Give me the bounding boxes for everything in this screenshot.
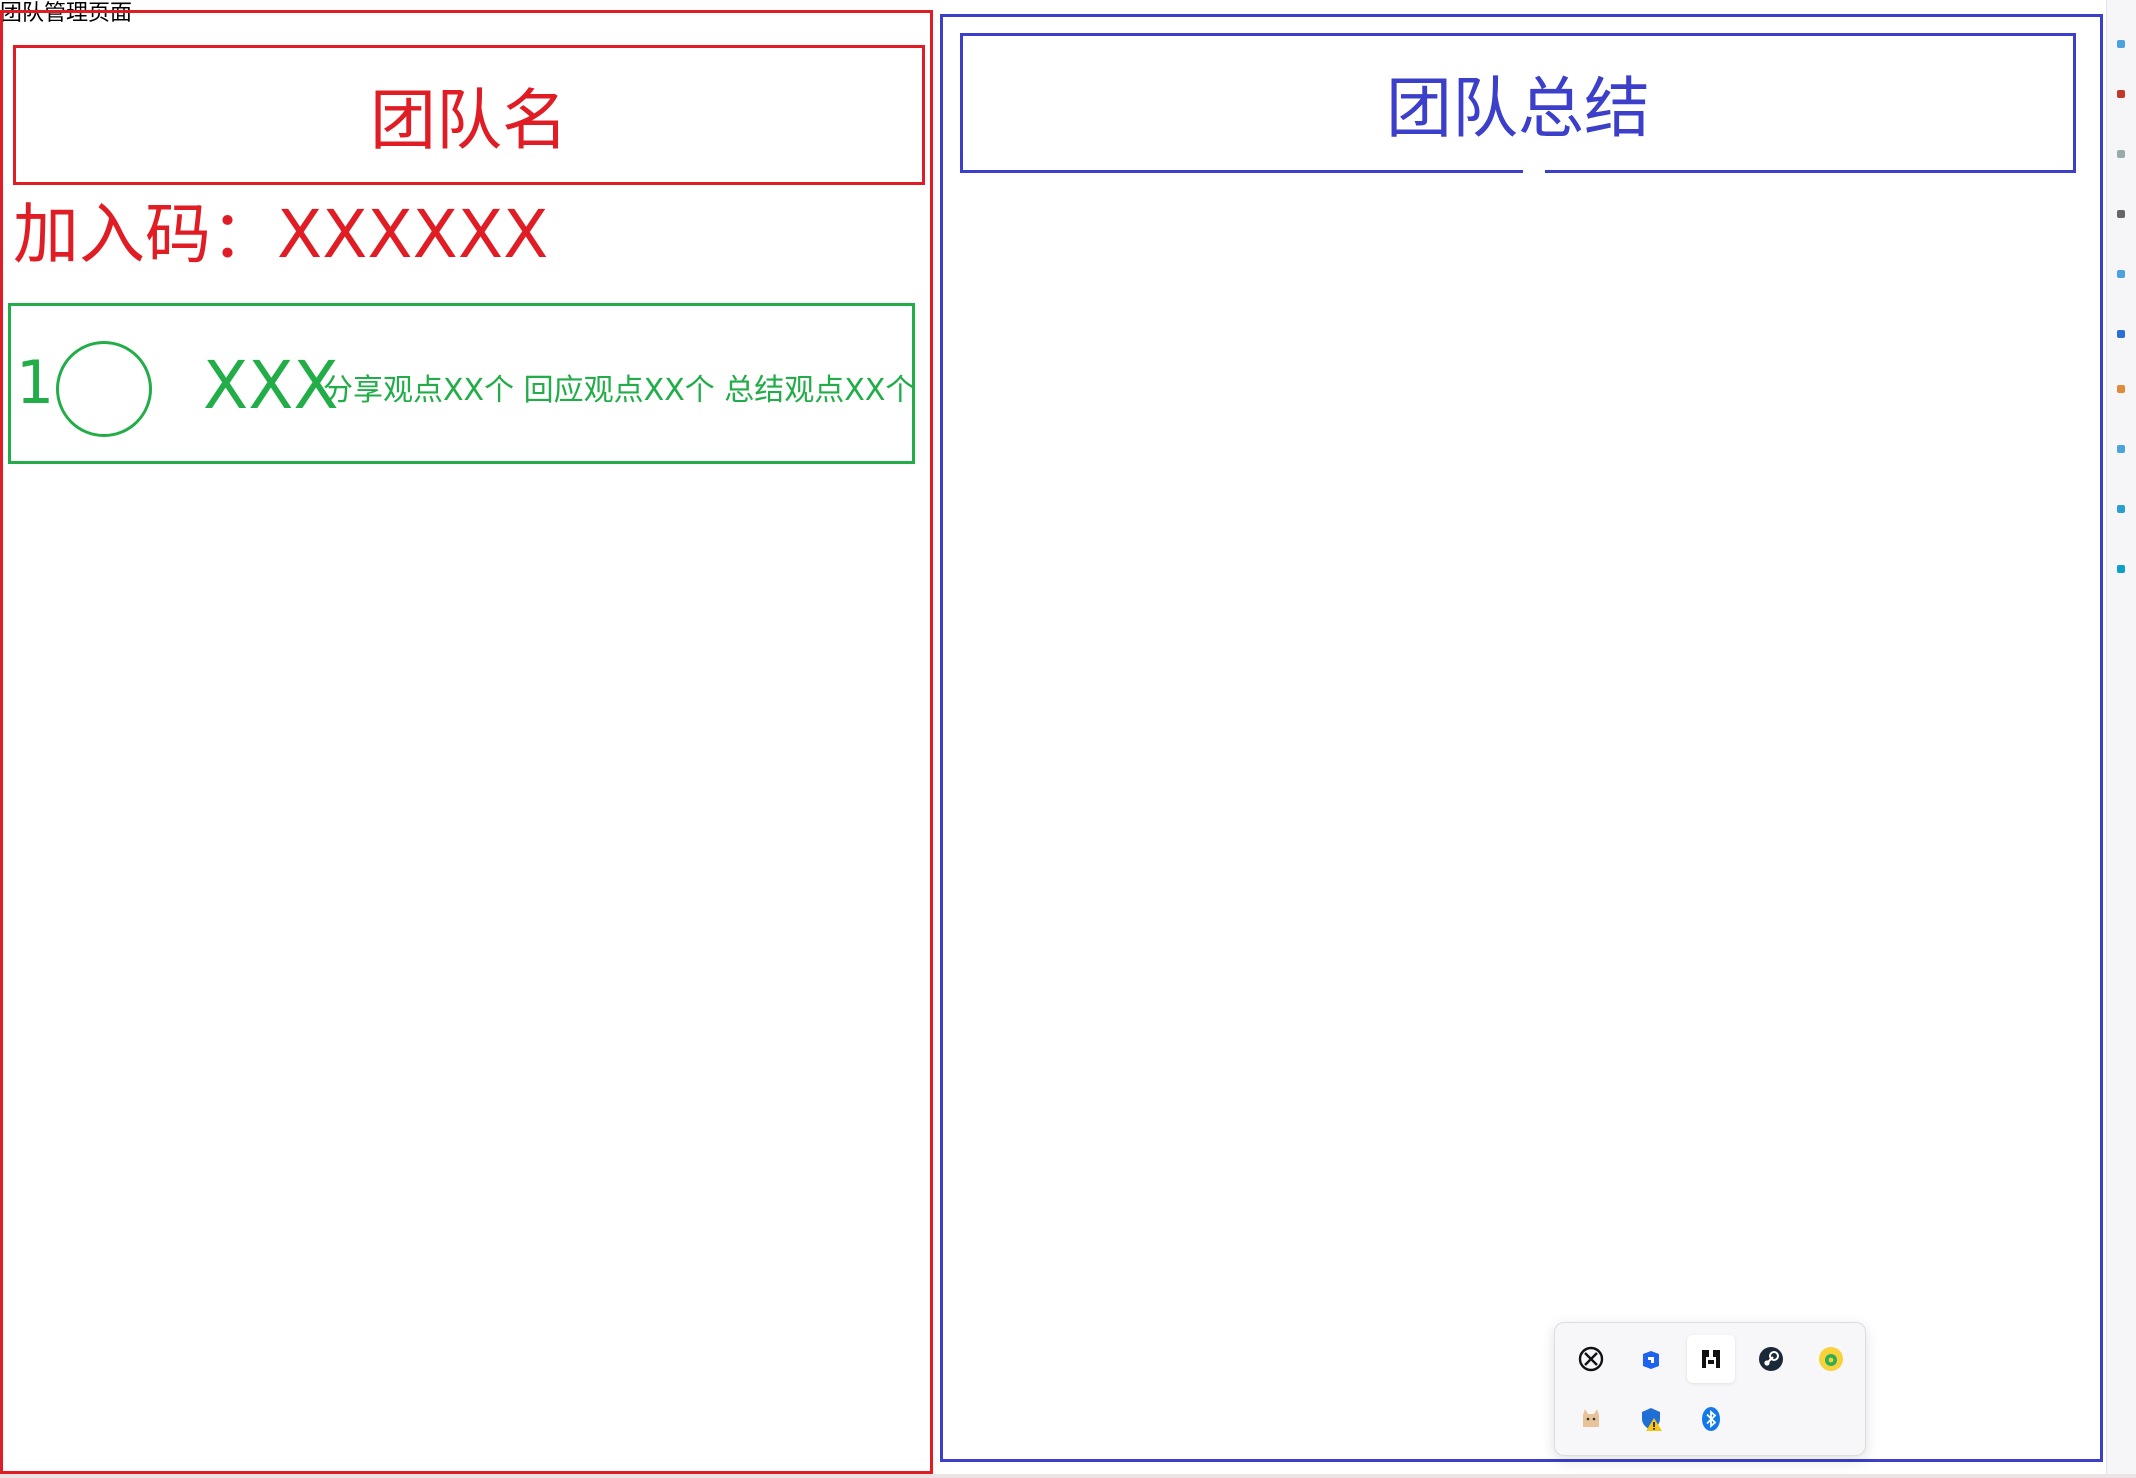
game-launcher-icon[interactable] — [1687, 1335, 1735, 1383]
join-code-label: 加入码： — [13, 196, 277, 273]
edge-icon — [2117, 385, 2125, 393]
team-name: 团队名 — [370, 82, 568, 159]
security-warning-icon[interactable] — [1627, 1395, 1675, 1443]
edge-icon — [2117, 505, 2125, 513]
cat-icon[interactable] — [1567, 1395, 1615, 1443]
member-row[interactable]: 1 XXX 分享观点XX个 回应观点XX个 总结观点XX个 — [8, 303, 915, 464]
bottom-strip — [0, 1474, 2136, 1478]
team-name-header: 团队名 — [13, 45, 925, 185]
app-store-icon[interactable] — [1627, 1335, 1675, 1383]
summary-title: 团队总结 — [1386, 70, 1650, 147]
border-gap — [1523, 169, 1545, 173]
music-icon[interactable] — [1807, 1335, 1855, 1383]
background-window-edge — [2106, 0, 2136, 1478]
avatar — [56, 341, 152, 437]
edge-icon — [2117, 445, 2125, 453]
summary-panel: 团队总结 — [940, 14, 2103, 1462]
join-code: 加入码：XXXXXX — [13, 195, 548, 275]
bluetooth-icon[interactable] — [1687, 1395, 1735, 1443]
member-name: XXX — [203, 347, 339, 424]
steam-icon[interactable] — [1747, 1335, 1795, 1383]
member-stats: 分享观点XX个 回应观点XX个 总结观点XX个 — [323, 373, 916, 408]
edge-icon — [2117, 270, 2125, 278]
xbox-icon[interactable] — [1567, 1335, 1615, 1383]
summary-header: 团队总结 — [960, 33, 2076, 173]
tray-overflow-popup — [1554, 1322, 1866, 1456]
edge-icon — [2117, 210, 2125, 218]
edge-icon — [2117, 565, 2125, 573]
edge-icon — [2117, 90, 2125, 98]
join-code-value: XXXXXX — [277, 196, 549, 273]
edge-icon — [2117, 150, 2125, 158]
member-rank: 1 — [16, 348, 55, 418]
edge-icon — [2117, 330, 2125, 338]
edge-icon — [2117, 40, 2125, 48]
team-panel: 团队名 加入码：XXXXXX 1 XXX 分享观点XX个 回应观点XX个 总结观… — [0, 10, 933, 1474]
